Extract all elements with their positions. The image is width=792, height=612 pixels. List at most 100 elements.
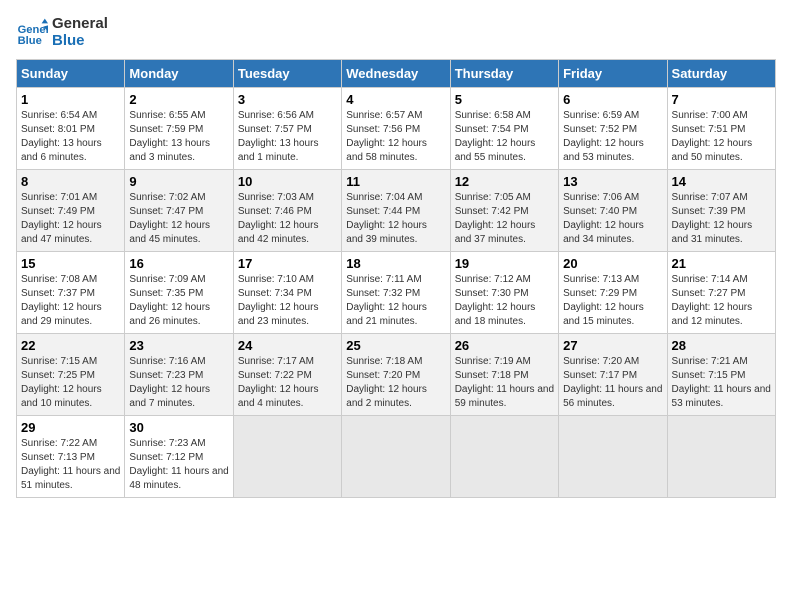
day-number: 7 (672, 92, 771, 107)
day-number: 29 (21, 420, 120, 435)
logo-blue: Blue (52, 33, 108, 50)
day-number: 30 (129, 420, 228, 435)
day-info: Sunrise: 7:05 AM Sunset: 7:42 PM Dayligh… (455, 191, 554, 247)
calendar-cell: 14 Sunrise: 7:07 AM Sunset: 7:39 PM Dayl… (667, 170, 775, 252)
day-number: 12 (455, 174, 554, 189)
day-info: Sunrise: 7:08 AM Sunset: 7:37 PM Dayligh… (21, 273, 120, 329)
day-number: 14 (672, 174, 771, 189)
calendar-cell: 3 Sunrise: 6:56 AM Sunset: 7:57 PM Dayli… (233, 88, 341, 170)
day-number: 11 (346, 174, 445, 189)
calendar-cell: 1 Sunrise: 6:54 AM Sunset: 8:01 PM Dayli… (17, 88, 125, 170)
day-info: Sunrise: 7:18 AM Sunset: 7:20 PM Dayligh… (346, 355, 445, 411)
calendar-cell (342, 416, 450, 498)
day-number: 23 (129, 338, 228, 353)
day-info: Sunrise: 7:21 AM Sunset: 7:15 PM Dayligh… (672, 355, 771, 411)
day-number: 1 (21, 92, 120, 107)
day-number: 17 (238, 256, 337, 271)
day-number: 22 (21, 338, 120, 353)
day-number: 15 (21, 256, 120, 271)
svg-text:Blue: Blue (18, 35, 42, 47)
logo: General Blue General Blue (16, 16, 108, 49)
day-info: Sunrise: 7:22 AM Sunset: 7:13 PM Dayligh… (21, 437, 120, 493)
calendar-week-4: 22 Sunrise: 7:15 AM Sunset: 7:25 PM Dayl… (17, 334, 776, 416)
day-info: Sunrise: 7:23 AM Sunset: 7:12 PM Dayligh… (129, 437, 228, 493)
day-info: Sunrise: 7:04 AM Sunset: 7:44 PM Dayligh… (346, 191, 445, 247)
calendar-cell: 15 Sunrise: 7:08 AM Sunset: 7:37 PM Dayl… (17, 252, 125, 334)
calendar-cell: 24 Sunrise: 7:17 AM Sunset: 7:22 PM Dayl… (233, 334, 341, 416)
day-info: Sunrise: 7:13 AM Sunset: 7:29 PM Dayligh… (563, 273, 662, 329)
day-info: Sunrise: 7:00 AM Sunset: 7:51 PM Dayligh… (672, 109, 771, 165)
day-info: Sunrise: 6:56 AM Sunset: 7:57 PM Dayligh… (238, 109, 337, 165)
day-number: 6 (563, 92, 662, 107)
day-info: Sunrise: 7:07 AM Sunset: 7:39 PM Dayligh… (672, 191, 771, 247)
calendar-cell: 20 Sunrise: 7:13 AM Sunset: 7:29 PM Dayl… (559, 252, 667, 334)
day-info: Sunrise: 6:59 AM Sunset: 7:52 PM Dayligh… (563, 109, 662, 165)
day-info: Sunrise: 7:15 AM Sunset: 7:25 PM Dayligh… (21, 355, 120, 411)
day-number: 18 (346, 256, 445, 271)
day-number: 8 (21, 174, 120, 189)
calendar-week-3: 15 Sunrise: 7:08 AM Sunset: 7:37 PM Dayl… (17, 252, 776, 334)
svg-text:General: General (18, 24, 48, 36)
header-wednesday: Wednesday (342, 60, 450, 88)
day-number: 27 (563, 338, 662, 353)
header-thursday: Thursday (450, 60, 558, 88)
calendar-cell: 11 Sunrise: 7:04 AM Sunset: 7:44 PM Dayl… (342, 170, 450, 252)
calendar-cell: 18 Sunrise: 7:11 AM Sunset: 7:32 PM Dayl… (342, 252, 450, 334)
calendar-cell: 28 Sunrise: 7:21 AM Sunset: 7:15 PM Dayl… (667, 334, 775, 416)
day-number: 13 (563, 174, 662, 189)
day-info: Sunrise: 7:02 AM Sunset: 7:47 PM Dayligh… (129, 191, 228, 247)
calendar-week-5: 29 Sunrise: 7:22 AM Sunset: 7:13 PM Dayl… (17, 416, 776, 498)
calendar-cell: 19 Sunrise: 7:12 AM Sunset: 7:30 PM Dayl… (450, 252, 558, 334)
calendar-cell: 26 Sunrise: 7:19 AM Sunset: 7:18 PM Dayl… (450, 334, 558, 416)
day-number: 25 (346, 338, 445, 353)
calendar-cell: 9 Sunrise: 7:02 AM Sunset: 7:47 PM Dayli… (125, 170, 233, 252)
day-info: Sunrise: 7:11 AM Sunset: 7:32 PM Dayligh… (346, 273, 445, 329)
day-number: 28 (672, 338, 771, 353)
calendar-cell: 5 Sunrise: 6:58 AM Sunset: 7:54 PM Dayli… (450, 88, 558, 170)
day-info: Sunrise: 7:01 AM Sunset: 7:49 PM Dayligh… (21, 191, 120, 247)
calendar-cell: 17 Sunrise: 7:10 AM Sunset: 7:34 PM Dayl… (233, 252, 341, 334)
day-number: 9 (129, 174, 228, 189)
day-info: Sunrise: 7:12 AM Sunset: 7:30 PM Dayligh… (455, 273, 554, 329)
day-info: Sunrise: 7:09 AM Sunset: 7:35 PM Dayligh… (129, 273, 228, 329)
calendar-cell: 10 Sunrise: 7:03 AM Sunset: 7:46 PM Dayl… (233, 170, 341, 252)
day-number: 20 (563, 256, 662, 271)
day-number: 24 (238, 338, 337, 353)
calendar-cell: 7 Sunrise: 7:00 AM Sunset: 7:51 PM Dayli… (667, 88, 775, 170)
calendar-cell: 12 Sunrise: 7:05 AM Sunset: 7:42 PM Dayl… (450, 170, 558, 252)
day-info: Sunrise: 7:10 AM Sunset: 7:34 PM Dayligh… (238, 273, 337, 329)
calendar-cell: 8 Sunrise: 7:01 AM Sunset: 7:49 PM Dayli… (17, 170, 125, 252)
calendar-cell (559, 416, 667, 498)
calendar-cell (450, 416, 558, 498)
calendar-header-row: SundayMondayTuesdayWednesdayThursdayFrid… (17, 60, 776, 88)
calendar-cell: 4 Sunrise: 6:57 AM Sunset: 7:56 PM Dayli… (342, 88, 450, 170)
page-header: General Blue General Blue (16, 16, 776, 49)
calendar-cell: 25 Sunrise: 7:18 AM Sunset: 7:20 PM Dayl… (342, 334, 450, 416)
day-number: 5 (455, 92, 554, 107)
day-info: Sunrise: 7:03 AM Sunset: 7:46 PM Dayligh… (238, 191, 337, 247)
header-sunday: Sunday (17, 60, 125, 88)
day-info: Sunrise: 7:16 AM Sunset: 7:23 PM Dayligh… (129, 355, 228, 411)
day-number: 2 (129, 92, 228, 107)
calendar-cell: 27 Sunrise: 7:20 AM Sunset: 7:17 PM Dayl… (559, 334, 667, 416)
calendar-week-2: 8 Sunrise: 7:01 AM Sunset: 7:49 PM Dayli… (17, 170, 776, 252)
day-info: Sunrise: 7:19 AM Sunset: 7:18 PM Dayligh… (455, 355, 554, 411)
calendar-cell: 2 Sunrise: 6:55 AM Sunset: 7:59 PM Dayli… (125, 88, 233, 170)
day-number: 3 (238, 92, 337, 107)
header-friday: Friday (559, 60, 667, 88)
day-info: Sunrise: 6:57 AM Sunset: 7:56 PM Dayligh… (346, 109, 445, 165)
day-number: 4 (346, 92, 445, 107)
calendar-cell: 16 Sunrise: 7:09 AM Sunset: 7:35 PM Dayl… (125, 252, 233, 334)
day-info: Sunrise: 7:14 AM Sunset: 7:27 PM Dayligh… (672, 273, 771, 329)
day-number: 10 (238, 174, 337, 189)
calendar-week-1: 1 Sunrise: 6:54 AM Sunset: 8:01 PM Dayli… (17, 88, 776, 170)
day-info: Sunrise: 6:58 AM Sunset: 7:54 PM Dayligh… (455, 109, 554, 165)
day-info: Sunrise: 7:17 AM Sunset: 7:22 PM Dayligh… (238, 355, 337, 411)
calendar-cell: 21 Sunrise: 7:14 AM Sunset: 7:27 PM Dayl… (667, 252, 775, 334)
calendar-cell: 22 Sunrise: 7:15 AM Sunset: 7:25 PM Dayl… (17, 334, 125, 416)
calendar-cell: 13 Sunrise: 7:06 AM Sunset: 7:40 PM Dayl… (559, 170, 667, 252)
calendar-cell (233, 416, 341, 498)
calendar-cell: 6 Sunrise: 6:59 AM Sunset: 7:52 PM Dayli… (559, 88, 667, 170)
calendar-table: SundayMondayTuesdayWednesdayThursdayFrid… (16, 59, 776, 498)
day-number: 26 (455, 338, 554, 353)
